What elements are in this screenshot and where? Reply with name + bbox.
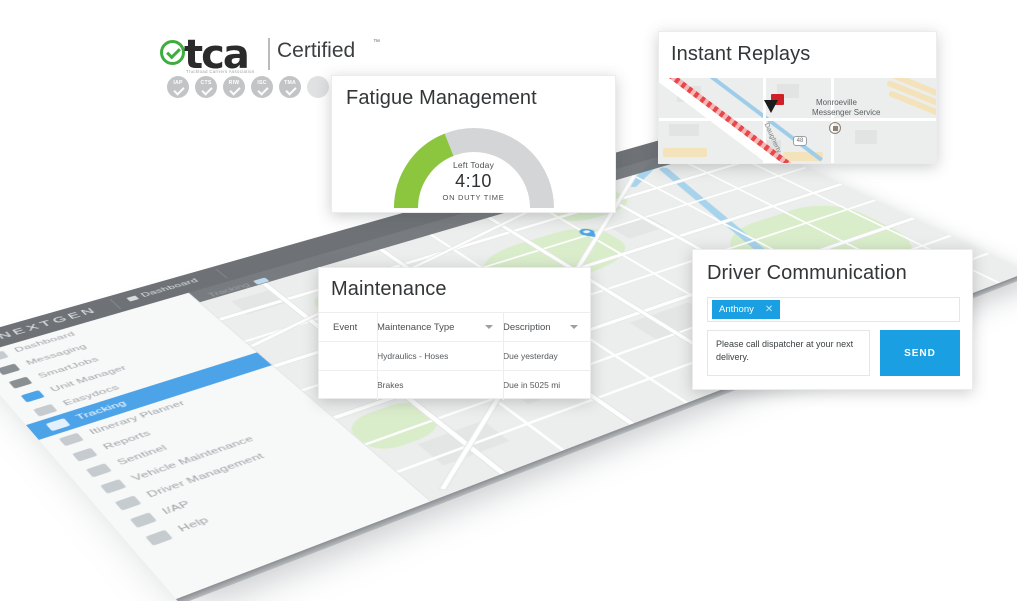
dashboard-icon xyxy=(0,350,9,362)
badge-cts: CTS xyxy=(195,76,217,98)
table-divider xyxy=(377,312,378,400)
sidebar-item-label: Driver Management xyxy=(144,451,267,500)
maintenance-type-value: Hydraulics - Hoses xyxy=(377,351,449,361)
replay-map[interactable]: Monroeville Messenger Service Daugherty … xyxy=(659,78,936,163)
vehicle-arrow-icon[interactable] xyxy=(764,100,778,113)
trademark-symbol: ™ xyxy=(373,39,380,46)
sentinel-icon xyxy=(85,462,112,478)
sidebar-item-easydocs[interactable]: Easydocs xyxy=(14,340,257,425)
tracking-icon xyxy=(45,417,71,431)
easydocs-icon xyxy=(32,403,58,417)
sidebar-item-label: Help xyxy=(175,515,212,534)
table-row[interactable]: Hydraulics - Hoses Due yesterday xyxy=(319,341,590,370)
driver-management-icon xyxy=(114,495,142,511)
sidebar-item-itinerary-planner[interactable]: Itinerary Planner xyxy=(39,365,287,455)
description-value: Due in 5025 mi xyxy=(503,380,561,390)
gauge-readout: Left Today 4:10 ON DUTY TIME xyxy=(390,160,558,202)
recipient-chip[interactable]: Anthony ✕ xyxy=(712,300,781,319)
badge-empty xyxy=(307,76,329,98)
driver-communication-card[interactable]: Driver Communication Anthony ✕ Please ca… xyxy=(692,249,973,390)
recipient-field[interactable]: Anthony ✕ xyxy=(707,297,960,322)
sidebar-item-unit-manager[interactable]: Unit Manager xyxy=(2,328,243,411)
sidebar-item-sentinel[interactable]: Sentinel xyxy=(65,392,318,487)
table-row[interactable]: Brakes Due in 5025 mi xyxy=(319,370,590,399)
help-icon xyxy=(144,529,173,546)
sidebar-item-label: Tracking xyxy=(74,399,129,422)
page-title: Fatigue Management xyxy=(346,87,537,109)
description-value: Due yesterday xyxy=(503,351,558,361)
check-circle-icon xyxy=(160,40,185,65)
table-header-row: Event Maintenance Type Description xyxy=(319,312,590,341)
column-header-maintenance-type[interactable]: Maintenance Type xyxy=(377,322,503,333)
sidebar-item-reports[interactable]: Reports xyxy=(52,378,303,470)
sidebar-item-label: Itinerary Planner xyxy=(87,399,188,437)
column-header-description[interactable]: Description xyxy=(503,322,590,333)
sidebar-item-messaging[interactable]: Messaging xyxy=(0,304,214,383)
sidebar-item-vehicle-maintenance[interactable]: Vehicle Maintenance xyxy=(79,406,335,504)
vehicle-maintenance-icon xyxy=(99,478,127,494)
badge-iap: IAP xyxy=(167,76,189,98)
sidebar-item-label: Unit Manager xyxy=(48,364,129,394)
gauge-unit: ON DUTY TIME xyxy=(442,193,505,202)
itinerary-planner-icon xyxy=(58,432,84,446)
sidebar-item-label: Easydocs xyxy=(61,383,122,408)
gauge-value: 4:10 xyxy=(455,171,492,191)
tca-certified-logo: tca Truckload Carriers Association Certi… xyxy=(160,32,380,98)
poi-label-line1: Monroeville xyxy=(816,98,857,107)
message-row: Please call dispatcher at your next deli… xyxy=(707,330,960,376)
badge-tma: TMA xyxy=(279,76,301,98)
page-title: Instant Replays xyxy=(671,43,811,65)
page-title: Maintenance xyxy=(331,278,447,300)
route-shield: 48 xyxy=(793,136,807,146)
sidebar-item-label: Messaging xyxy=(24,343,89,367)
poi-marker-icon xyxy=(829,122,841,134)
table-divider xyxy=(503,312,504,400)
certification-badges: IAP CTS RIW ISC TMA xyxy=(167,76,329,98)
reports-icon xyxy=(71,447,98,462)
badge-isc: ISC xyxy=(251,76,273,98)
sidebar-item-label: SmartJobs xyxy=(36,355,101,380)
chevron-down-icon[interactable] xyxy=(485,325,493,329)
page-title: Driver Communication xyxy=(707,262,907,284)
sidebar-item-help[interactable]: Help xyxy=(124,450,388,557)
messaging-icon xyxy=(0,363,21,376)
sidebar-item-label: Dashboard xyxy=(12,330,78,354)
maintenance-type-value: Brakes xyxy=(377,380,404,390)
logo-divider xyxy=(268,38,270,70)
fatigue-management-card[interactable]: Fatigue Management Left Today 4:10 ON DU… xyxy=(331,75,616,213)
instant-replays-card[interactable]: Instant Replays Monroeville Messenger Se… xyxy=(658,31,937,164)
sidebar-item-driver-management[interactable]: Driver Management xyxy=(94,420,353,521)
badge-riw: RIW xyxy=(223,76,245,98)
sidebar-item-iap[interactable]: I/AP xyxy=(108,435,370,539)
instant-replays-header: Instant Replays xyxy=(659,32,936,78)
maintenance-table[interactable]: Event Maintenance Type Description Hydra… xyxy=(319,312,590,399)
sidebar-item-tracking[interactable]: Tracking xyxy=(26,352,272,440)
app-logo: NEXTGEN xyxy=(0,305,101,342)
unit-manager-icon xyxy=(20,389,45,403)
fatigue-gauge: Left Today 4:10 ON DUTY TIME xyxy=(390,122,558,210)
sidebar-item-label: Vehicle Maintenance xyxy=(129,434,257,483)
sidebar-item-smartjobs[interactable]: SmartJobs xyxy=(0,316,228,397)
message-input[interactable]: Please call dispatcher at your next deli… xyxy=(707,330,870,376)
send-button[interactable]: SEND xyxy=(880,330,960,376)
certified-label: Certified xyxy=(277,39,356,62)
close-icon[interactable]: ✕ xyxy=(765,304,773,315)
column-header-event: Event xyxy=(333,321,358,333)
sidebar-item-label: Sentinel xyxy=(115,443,170,467)
sidebar-item-label: Reports xyxy=(101,429,154,452)
dashboard-icon xyxy=(126,295,140,302)
iap-icon xyxy=(129,511,157,528)
gauge-caption: Left Today xyxy=(452,160,495,170)
poi-label-line2: Messenger Service xyxy=(812,108,881,117)
chevron-down-icon[interactable] xyxy=(570,325,578,329)
sidebar-item-label: I/AP xyxy=(160,499,194,517)
recipient-name: Anthony xyxy=(719,304,754,315)
screenshot-root: NEXTGEN Dashboard Dashboard Messaging Sm… xyxy=(0,0,1017,601)
tca-tagline: Truckload Carriers Association xyxy=(186,69,255,74)
smartjobs-icon xyxy=(8,376,33,389)
maintenance-card[interactable]: Maintenance Event Maintenance Type Descr… xyxy=(318,267,591,400)
